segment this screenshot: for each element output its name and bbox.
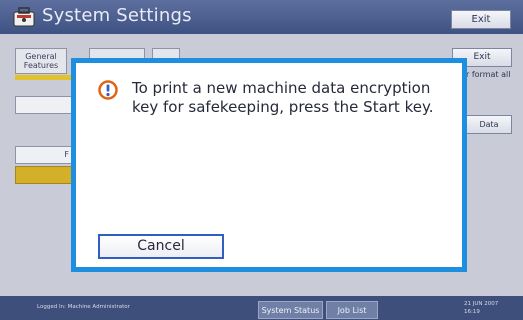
format-label: r format all (466, 70, 511, 79)
logged-in-user: Logged In: Machine Administrator (37, 304, 130, 310)
time-text: 16:19 (464, 309, 480, 315)
exit-button[interactable]: Exit (451, 10, 511, 29)
data-button[interactable]: Data (466, 115, 512, 134)
cancel-button[interactable]: Cancel (98, 234, 224, 259)
dialog-message: To print a new machine data encryption k… (132, 79, 434, 116)
system-status-button[interactable]: System Status (258, 301, 323, 319)
clock: 21 JUN 2007 16:19 (464, 300, 498, 316)
window-title: System Settings (42, 5, 192, 26)
toolbox-icon (13, 7, 35, 27)
active-tab-indicator (15, 75, 73, 80)
job-list-button[interactable]: Job List (326, 301, 378, 319)
confirmation-dialog: To print a new machine data encryption k… (71, 58, 467, 272)
side-button-f[interactable]: F (15, 146, 73, 164)
side-button[interactable] (15, 96, 73, 114)
date-text: 21 JUN 2007 (464, 301, 499, 307)
title-bar: System Settings Exit (0, 0, 523, 34)
tab-general-features[interactable]: General Features (15, 48, 67, 74)
warning-icon (98, 80, 118, 100)
selected-side-button[interactable] (15, 166, 73, 184)
status-bar: Logged In: Machine Administrator System … (0, 296, 523, 320)
